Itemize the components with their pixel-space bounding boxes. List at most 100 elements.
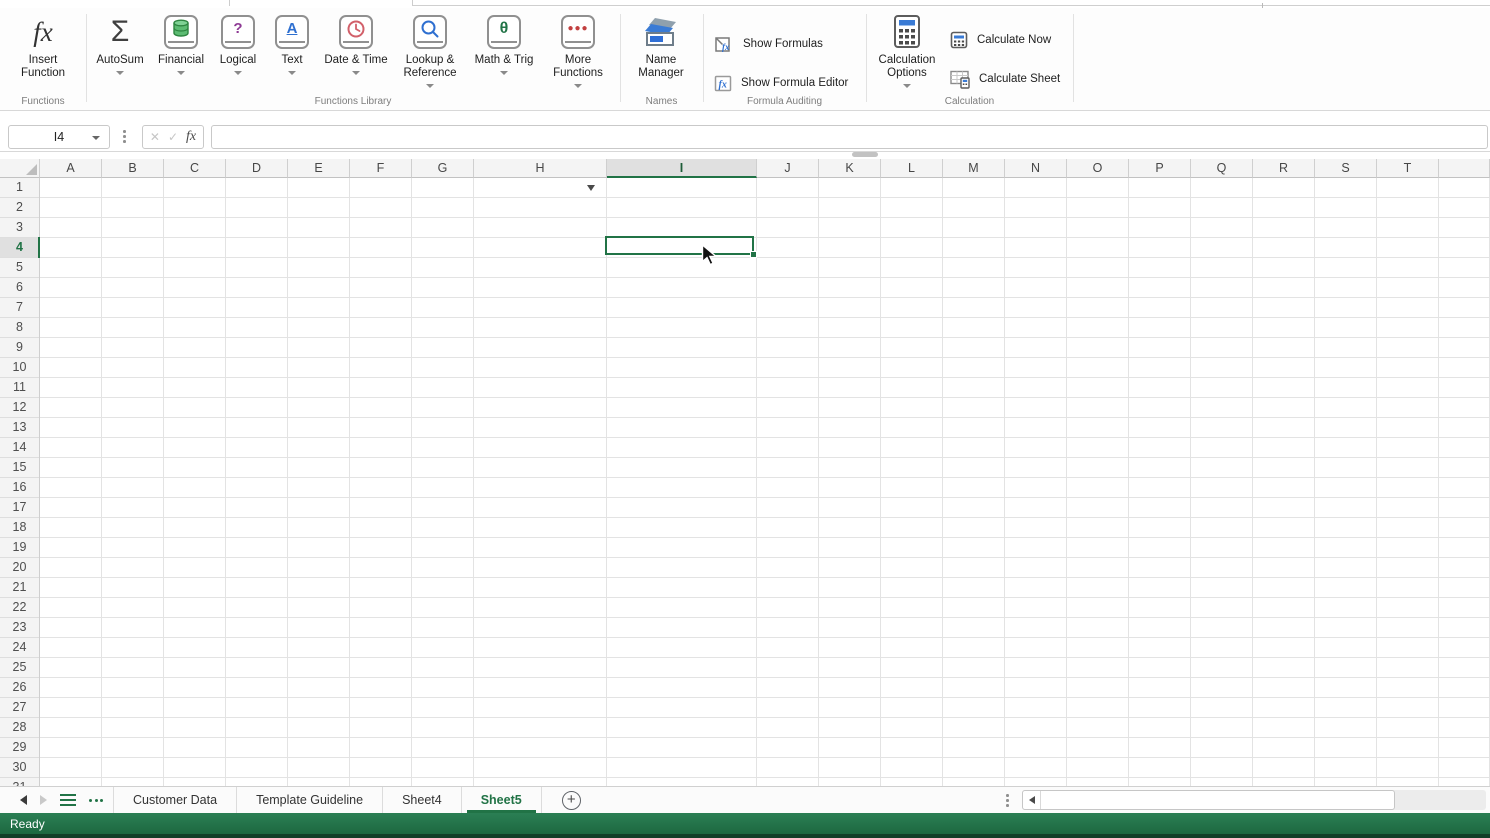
column-header-E[interactable]: E [288,159,350,178]
column-header-T[interactable]: T [1377,159,1439,178]
row-header-28[interactable]: 28 [0,718,39,738]
row-header-7[interactable]: 7 [0,298,39,318]
row-header-4[interactable]: 4 [0,238,39,258]
formula-bar-drag-handle-icon[interactable] [123,130,126,143]
column-header-G[interactable]: G [412,159,474,178]
row-header-20[interactable]: 20 [0,558,39,578]
grid-column-G[interactable] [412,178,474,786]
column-header-M[interactable]: M [943,159,1005,178]
column-header-B[interactable]: B [102,159,164,178]
sheet-overflow-icon[interactable] [89,799,103,802]
grid-column-partial[interactable] [1439,178,1490,786]
column-header-O[interactable]: O [1067,159,1129,178]
row-header-19[interactable]: 19 [0,538,39,558]
grid-column-H[interactable] [474,178,607,786]
grid-column-D[interactable] [226,178,288,786]
grid-column-I[interactable] [607,178,757,786]
column-header-I[interactable]: I [607,159,757,178]
financial-button[interactable]: Financial [149,12,213,75]
horizontal-scrollbar-thumb[interactable] [1022,790,1395,810]
column-header-C[interactable]: C [164,159,226,178]
spreadsheet-grid[interactable]: 1234567891011121314151617181920212223242… [0,178,1490,786]
insert-function-fx-icon[interactable]: fx [186,129,196,145]
row-header-25[interactable]: 25 [0,658,39,678]
sheet-tab-sheet4[interactable]: Sheet4 [382,787,461,813]
insert-function-button[interactable]: fx Insert Function [8,12,78,80]
column-header-J[interactable]: J [757,159,819,178]
row-header-18[interactable]: 18 [0,518,39,538]
logical-button[interactable]: ? Logical [208,12,268,75]
row-header-29[interactable]: 29 [0,738,39,758]
row-header-24[interactable]: 24 [0,638,39,658]
column-header-R[interactable]: R [1253,159,1315,178]
filter-dropdown-icon[interactable] [587,185,595,191]
row-header-9[interactable]: 9 [0,338,39,358]
grid-column-B[interactable] [102,178,164,786]
row-header-2[interactable]: 2 [0,198,39,218]
name-box-dropdown-icon[interactable] [92,136,100,140]
column-header-partial[interactable] [1439,159,1490,178]
row-header-26[interactable]: 26 [0,678,39,698]
grid-drag-handle[interactable] [852,152,878,157]
formula-input[interactable] [211,125,1488,149]
next-sheet-icon[interactable] [40,795,47,805]
row-header-13[interactable]: 13 [0,418,39,438]
name-manager-button[interactable]: Name Manager [628,12,694,80]
grid-column-O[interactable] [1067,178,1129,786]
autosum-button[interactable]: Σ AutoSum [88,12,152,75]
grid-column-K[interactable] [819,178,881,786]
select-all-corner[interactable] [0,159,40,178]
sheet-tab-customer-data[interactable]: Customer Data [113,787,236,813]
grid-column-R[interactable] [1253,178,1315,786]
calculate-now-button[interactable]: Calculate Now [950,29,1051,51]
column-header-P[interactable]: P [1129,159,1191,178]
column-header-F[interactable]: F [350,159,412,178]
fill-handle[interactable] [750,251,757,258]
row-header-22[interactable]: 22 [0,598,39,618]
sheet-menu-icon[interactable] [60,794,76,807]
lookup-reference-button[interactable]: Lookup & Reference [394,12,466,88]
row-header-10[interactable]: 10 [0,358,39,378]
column-header-D[interactable]: D [226,159,288,178]
grid-column-T[interactable] [1377,178,1439,786]
hscroll-left-button[interactable] [1023,791,1041,809]
column-header-S[interactable]: S [1315,159,1377,178]
grid-column-A[interactable] [40,178,102,786]
row-header-3[interactable]: 3 [0,218,39,238]
row-header-23[interactable]: 23 [0,618,39,638]
row-header-16[interactable]: 16 [0,478,39,498]
text-button[interactable]: A Text [264,12,320,75]
grid-column-N[interactable] [1005,178,1067,786]
row-header-21[interactable]: 21 [0,578,39,598]
grid-column-P[interactable] [1129,178,1191,786]
name-box[interactable]: I4 [8,125,110,149]
row-header-14[interactable]: 14 [0,438,39,458]
column-header-A[interactable]: A [40,159,102,178]
add-sheet-button[interactable]: + [562,791,581,810]
grid-column-C[interactable] [164,178,226,786]
show-formulas-button[interactable]: fx Show Formulas [714,33,823,55]
sheet-tab-sheet5[interactable]: Sheet5 [461,787,541,813]
grid-column-L[interactable] [881,178,943,786]
column-header-H[interactable]: H [474,159,607,178]
column-header-Q[interactable]: Q [1191,159,1253,178]
date-time-button[interactable]: Date & Time [324,12,388,75]
grid-column-M[interactable] [943,178,1005,786]
row-header-15[interactable]: 15 [0,458,39,478]
confirm-icon[interactable]: ✓ [168,130,178,144]
row-header-5[interactable]: 5 [0,258,39,278]
grid-column-Q[interactable] [1191,178,1253,786]
row-header-30[interactable]: 30 [0,758,39,778]
prev-sheet-icon[interactable] [20,795,27,805]
scrollbar-drag-handle-icon[interactable] [1006,794,1009,807]
grid-column-J[interactable] [757,178,819,786]
column-header-N[interactable]: N [1005,159,1067,178]
show-formula-editor-button[interactable]: fx Show Formula Editor [714,72,848,94]
grid-column-S[interactable] [1315,178,1377,786]
row-header-17[interactable]: 17 [0,498,39,518]
more-functions-button[interactable]: ●●● More Functions [543,12,613,88]
row-header-11[interactable]: 11 [0,378,39,398]
column-header-K[interactable]: K [819,159,881,178]
grid-column-E[interactable] [288,178,350,786]
math-trig-button[interactable]: θ Math & Trig [462,12,546,75]
